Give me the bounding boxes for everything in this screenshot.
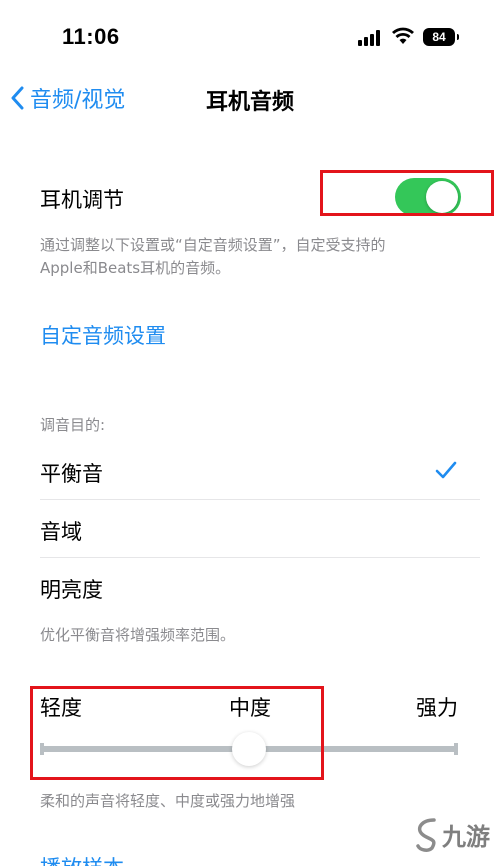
highlight-box-toggle (320, 170, 494, 216)
page-title: 耳机音频 (205, 90, 294, 115)
status-time: 11:06 (62, 24, 120, 49)
highlight-box-slider (30, 686, 324, 780)
tune-option-brightness[interactable]: 明亮度 (40, 560, 480, 616)
row-separator (40, 499, 480, 500)
tune-for-header: 调音目的: (40, 416, 106, 434)
custom-audio-setup-link[interactable]: 自定音频设置 (40, 320, 166, 350)
tune-option-vocal-range[interactable]: 音域 (40, 502, 480, 558)
tune-for-footer: 优化平衡音将增强频率范围。 (40, 626, 236, 644)
headphone-description-line1: 通过调整以下设置或“自定音频设置”，自定受支持的 (40, 236, 386, 254)
tune-option-balanced[interactable]: 平衡音 (40, 444, 480, 500)
row-separator (40, 557, 480, 558)
wifi-icon (392, 27, 414, 44)
status-bar: 11:06 84 (0, 0, 500, 70)
slider-tick (454, 743, 458, 755)
watermark-logo: 九游 (412, 816, 490, 852)
headphone-description: 通过调整以下设置或“自定音频设置”，自定受支持的 Apple和Beats耳机的音… (40, 234, 470, 280)
tune-option-label: 平衡音 (40, 462, 103, 486)
cellular-signal-icon (358, 30, 380, 46)
battery-icon: 84 (423, 28, 459, 46)
slider-label-strong: 强力 (416, 696, 458, 720)
headphone-accommodations-label: 耳机调节 (40, 188, 124, 212)
navigation-bar: 音频/视觉 耳机音频 (0, 70, 500, 126)
play-sample-link[interactable]: 播放样本 (40, 852, 124, 866)
strength-footer: 柔和的声音将轻度、中度或强力地增强 (40, 792, 296, 810)
watermark-text: 九游 (442, 822, 490, 851)
checkmark-icon (435, 461, 457, 479)
headphone-description-line2: Apple和Beats耳机的音频。 (40, 259, 231, 277)
battery-level: 84 (432, 30, 446, 44)
watermark-swirl-icon (416, 818, 436, 852)
tune-option-label: 明亮度 (40, 578, 103, 602)
tune-option-label: 音域 (40, 520, 82, 544)
